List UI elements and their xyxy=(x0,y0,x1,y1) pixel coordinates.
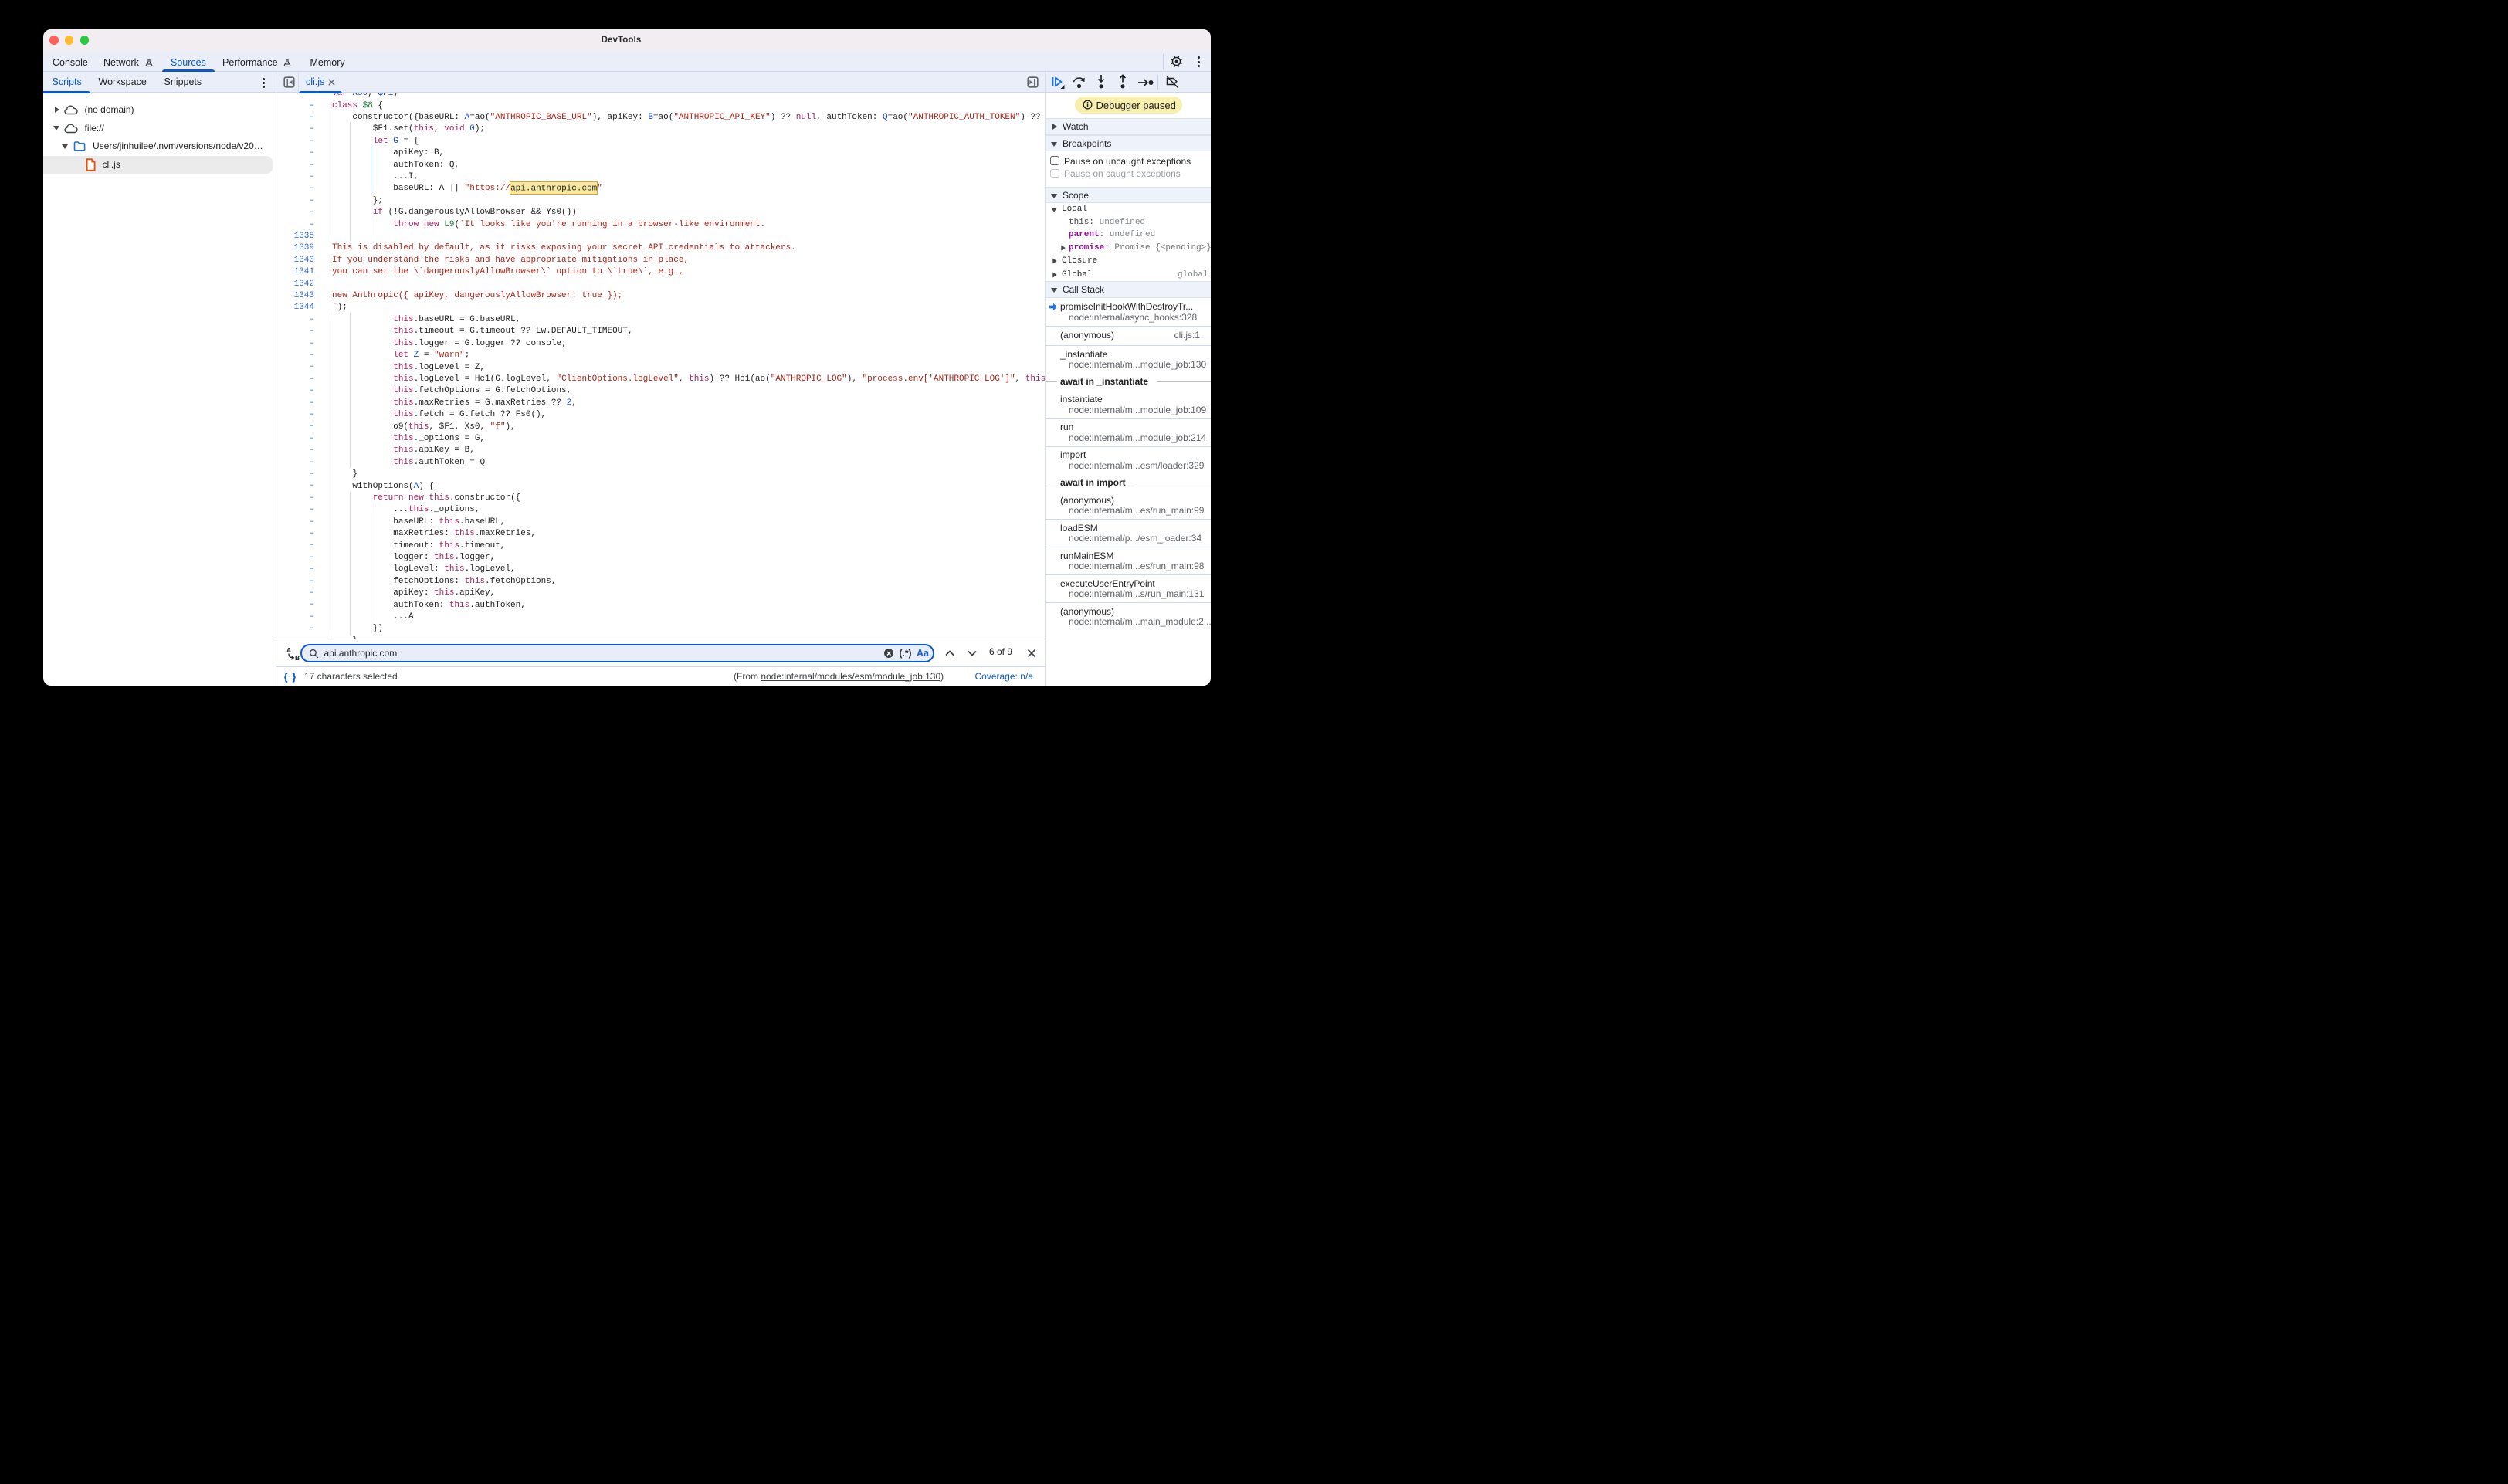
svg-text:A: A xyxy=(286,646,291,654)
svg-text:B: B xyxy=(295,654,300,661)
